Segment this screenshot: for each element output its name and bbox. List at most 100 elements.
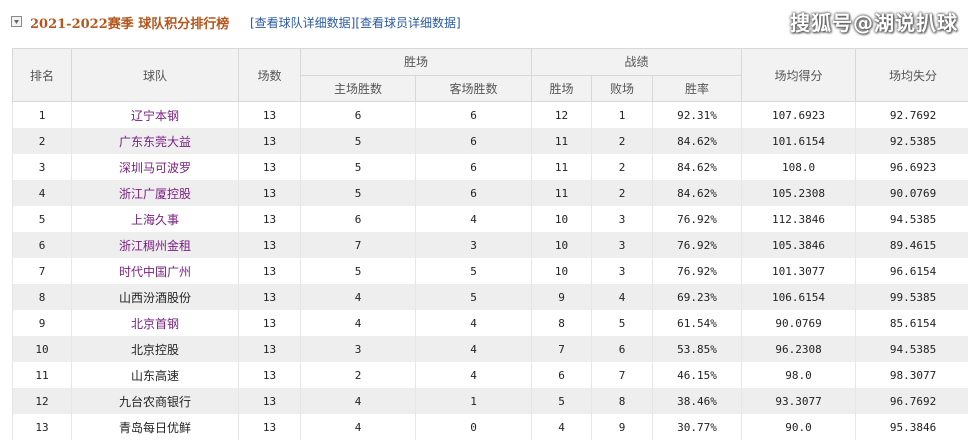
- cell-team[interactable]: 浙江稠州金租: [72, 232, 239, 258]
- cell-won: 4: [532, 414, 592, 440]
- cell-home-wins: 7: [301, 232, 416, 258]
- cell-lost: 2: [592, 154, 653, 180]
- cell-oppg: 99.5385: [856, 284, 968, 310]
- col-header-ppg[interactable]: 场均得分: [742, 49, 856, 102]
- cell-won: 8: [532, 310, 592, 336]
- cell-away-wins: 3: [416, 232, 532, 258]
- table-row: 5上海久事136410376.92%112.384694.5385: [13, 206, 968, 232]
- cell-team: 青岛每日优鲜: [72, 414, 239, 440]
- cell-pct: 38.46%: [653, 388, 742, 414]
- cell-team[interactable]: 浙江广厦控股: [72, 180, 239, 206]
- cell-ppg: 101.6154: [742, 128, 856, 154]
- cell-pct: 30.77%: [653, 414, 742, 440]
- cell-rank: 8: [13, 284, 72, 310]
- cell-ppg: 107.6923: [742, 102, 856, 129]
- watermark: 搜狐号@湖说扒球: [790, 7, 958, 36]
- col-header-games[interactable]: 场数: [239, 49, 301, 102]
- cell-lost: 7: [592, 362, 653, 388]
- cell-lost: 1: [592, 102, 653, 129]
- cell-ppg: 112.3846: [742, 206, 856, 232]
- title-bar: 2021-2022赛季 球队积分排行榜 [查看球队详细数据][查看球员详细数据]…: [0, 0, 968, 44]
- cell-rank: 6: [13, 232, 72, 258]
- cell-pct: 92.31%: [653, 102, 742, 129]
- cell-games: 13: [239, 154, 301, 180]
- cell-ppg: 105.2308: [742, 180, 856, 206]
- cell-away-wins: 6: [416, 128, 532, 154]
- cell-rank: 9: [13, 310, 72, 336]
- cell-rank: 2: [13, 128, 72, 154]
- cell-won: 7: [532, 336, 592, 362]
- cell-pct: 84.62%: [653, 128, 742, 154]
- cell-home-wins: 5: [301, 180, 416, 206]
- cell-home-wins: 4: [301, 388, 416, 414]
- cell-rank: 13: [13, 414, 72, 440]
- table-row: 13青岛每日优鲜13404930.77%90.095.3846: [13, 414, 968, 440]
- col-header-home-wins[interactable]: 主场胜数: [301, 75, 416, 102]
- cell-ppg: 90.0769: [742, 310, 856, 336]
- cell-oppg: 89.4615: [856, 232, 968, 258]
- cell-team[interactable]: 时代中国广州: [72, 258, 239, 284]
- cell-ppg: 96.2308: [742, 336, 856, 362]
- cell-pct: 84.62%: [653, 180, 742, 206]
- cell-games: 13: [239, 388, 301, 414]
- cell-rank: 4: [13, 180, 72, 206]
- cell-rank: 11: [13, 362, 72, 388]
- col-header-won[interactable]: 胜场: [532, 75, 592, 102]
- cell-games: 13: [239, 128, 301, 154]
- cell-away-wins: 5: [416, 258, 532, 284]
- cell-home-wins: 6: [301, 206, 416, 232]
- cell-team: 北京控股: [72, 336, 239, 362]
- cell-away-wins: 6: [416, 180, 532, 206]
- cell-home-wins: 4: [301, 284, 416, 310]
- cell-lost: 2: [592, 180, 653, 206]
- col-header-away-wins[interactable]: 客场胜数: [416, 75, 532, 102]
- cell-away-wins: 0: [416, 414, 532, 440]
- detail-links: [查看球队详细数据][查看球员详细数据]: [250, 14, 461, 31]
- cell-ppg: 106.6154: [742, 284, 856, 310]
- table-row: 9北京首钢13448561.54%90.076985.6154: [13, 310, 968, 336]
- cell-rank: 5: [13, 206, 72, 232]
- cell-home-wins: 4: [301, 310, 416, 336]
- collapse-arrow-icon[interactable]: [11, 16, 22, 27]
- col-header-rank[interactable]: 排名: [13, 49, 72, 102]
- cell-games: 13: [239, 362, 301, 388]
- col-header-lost[interactable]: 败场: [592, 75, 653, 102]
- cell-lost: 8: [592, 388, 653, 414]
- cell-oppg: 96.6154: [856, 258, 968, 284]
- cell-lost: 2: [592, 128, 653, 154]
- cell-lost: 3: [592, 232, 653, 258]
- cell-oppg: 98.3077: [856, 362, 968, 388]
- team-details-link[interactable]: [查看球队详细数据]: [250, 16, 355, 30]
- player-details-link[interactable]: [查看球员详细数据]: [355, 16, 460, 30]
- cell-team[interactable]: 上海久事: [72, 206, 239, 232]
- cell-won: 12: [532, 102, 592, 129]
- cell-team[interactable]: 广东东莞大益: [72, 128, 239, 154]
- cell-lost: 9: [592, 414, 653, 440]
- cell-rank: 7: [13, 258, 72, 284]
- cell-home-wins: 2: [301, 362, 416, 388]
- cell-team[interactable]: 深圳马可波罗: [72, 154, 239, 180]
- table-row: 11山东高速13246746.15%98.098.3077: [13, 362, 968, 388]
- col-header-team[interactable]: 球队: [72, 49, 239, 102]
- table-row: 7时代中国广州135510376.92%101.307796.6154: [13, 258, 968, 284]
- col-header-oppg[interactable]: 场均失分: [856, 49, 968, 102]
- cell-team[interactable]: 北京首钢: [72, 310, 239, 336]
- cell-ppg: 108.0: [742, 154, 856, 180]
- cell-away-wins: 1: [416, 388, 532, 414]
- cell-away-wins: 5: [416, 284, 532, 310]
- cell-home-wins: 5: [301, 154, 416, 180]
- group-header-wins: 胜场: [301, 49, 532, 76]
- cell-pct: 76.92%: [653, 258, 742, 284]
- cell-team: 山西汾酒股份: [72, 284, 239, 310]
- cell-ppg: 90.0: [742, 414, 856, 440]
- cell-home-wins: 6: [301, 102, 416, 129]
- cell-team[interactable]: 辽宁本钢: [72, 102, 239, 129]
- cell-rank: 12: [13, 388, 72, 414]
- cell-rank: 1: [13, 102, 72, 129]
- cell-oppg: 92.7692: [856, 102, 968, 129]
- cell-lost: 4: [592, 284, 653, 310]
- standings-body: 1辽宁本钢136612192.31%107.692392.76922广东东莞大益…: [13, 102, 968, 440]
- col-header-pct[interactable]: 胜率: [653, 75, 742, 102]
- cell-games: 13: [239, 414, 301, 440]
- cell-games: 13: [239, 180, 301, 206]
